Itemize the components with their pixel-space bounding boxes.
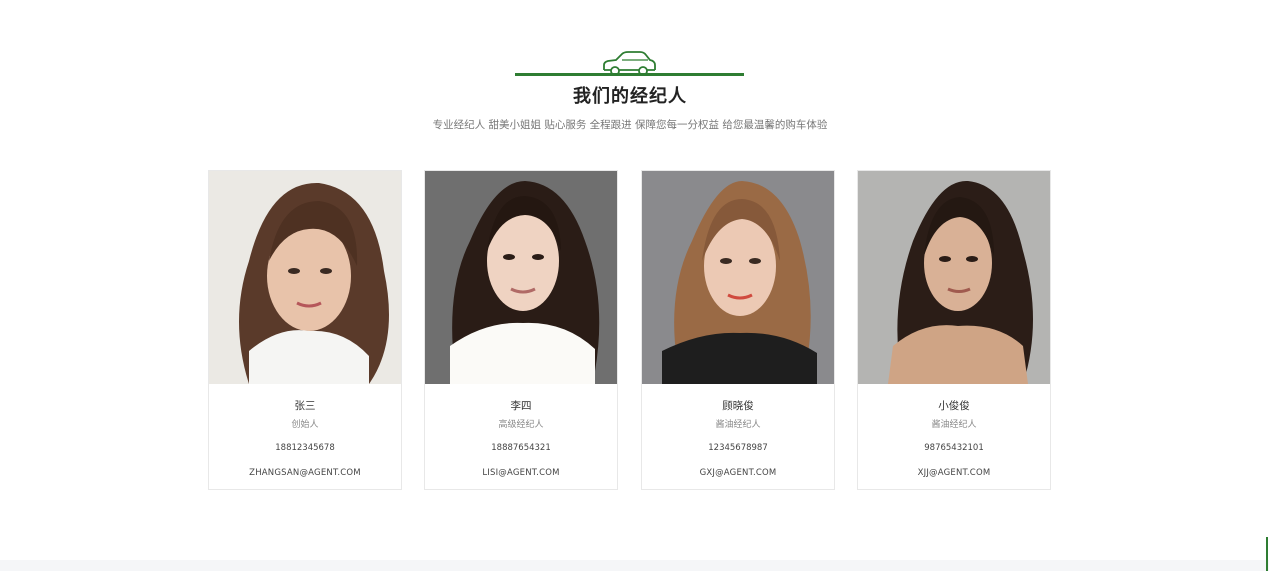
agent-photo [858, 171, 1050, 384]
agent-role: 创始人 [291, 420, 319, 430]
agent-card[interactable]: 张三 创始人 18812345678 ZHANGSAN@AGENT.COM [208, 170, 402, 490]
agent-name: 小俊俊 [938, 400, 970, 412]
scroll-marker [1266, 537, 1268, 571]
agent-phone: 98765432101 [924, 443, 984, 453]
section-title: 我们的经纪人 [573, 86, 687, 107]
title-underline [515, 73, 744, 76]
agent-card[interactable]: 顾晓俊 酱油经纪人 12345678987 GXJ@AGENT.COM [641, 170, 835, 490]
agent-name: 顾晓俊 [722, 400, 754, 412]
agent-role: 酱油经纪人 [715, 420, 761, 430]
agent-cards: 张三 创始人 18812345678 ZHANGSAN@AGENT.COM 李四… [208, 170, 1052, 491]
agent-phone: 18812345678 [275, 443, 335, 453]
agent-email[interactable]: GXJ@AGENT.COM [642, 468, 834, 478]
agent-photo [209, 171, 401, 384]
footer-strip [0, 560, 1269, 571]
agent-email[interactable]: ZHANGSAN@AGENT.COM [209, 468, 401, 478]
agent-photo [425, 171, 617, 384]
agent-role: 酱油经纪人 [931, 420, 977, 430]
agent-card[interactable]: 小俊俊 酱油经纪人 98765432101 XJJ@AGENT.COM [857, 170, 1051, 490]
agent-phone: 18887654321 [491, 443, 551, 453]
agent-name: 李四 [510, 400, 532, 412]
agent-email[interactable]: XJJ@AGENT.COM [858, 468, 1050, 478]
agent-name: 张三 [294, 400, 316, 412]
section-subtitle: 专业经纪人 甜美小姐姐 贴心服务 全程跟进 保障您每一分权益 给您最温馨的购车体… [432, 119, 828, 131]
agent-card[interactable]: 李四 高级经纪人 18887654321 LISI@AGENT.COM [424, 170, 618, 490]
agent-email[interactable]: LISI@AGENT.COM [425, 468, 617, 478]
agent-phone: 12345678987 [708, 443, 768, 453]
section-header: 我们的经纪人 专业经纪人 甜美小姐姐 贴心服务 全程跟进 保障您每一分权益 给您… [0, 0, 1269, 150]
agent-photo [642, 171, 834, 384]
agent-role: 高级经纪人 [498, 420, 544, 430]
